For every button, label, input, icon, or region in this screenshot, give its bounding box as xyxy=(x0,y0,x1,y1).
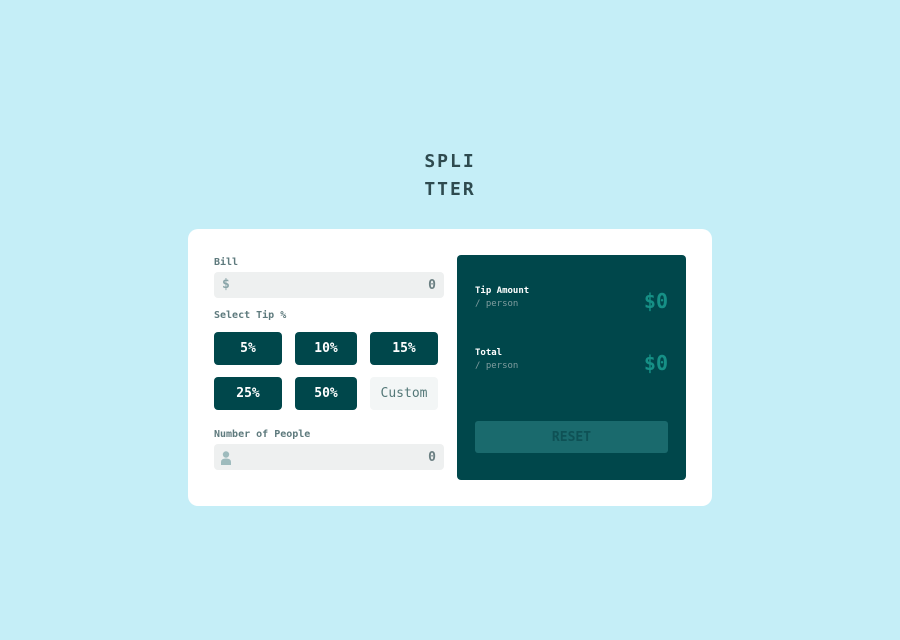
people-input[interactable] xyxy=(238,444,436,470)
app-logo: SPLI TTER xyxy=(0,148,900,204)
people-field[interactable] xyxy=(214,444,444,470)
bill-input[interactable] xyxy=(238,272,436,298)
tip-50-button[interactable]: 50% xyxy=(295,377,357,410)
tip-5-button[interactable]: 5% xyxy=(214,332,282,365)
logo-line-1: SPLI xyxy=(424,151,476,172)
people-label: Number of People xyxy=(214,429,311,440)
tip-15-button[interactable]: 15% xyxy=(370,332,438,365)
reset-button[interactable]: RESET xyxy=(475,421,668,453)
bill-label: Bill xyxy=(214,257,239,268)
tip-amount-value: $0 xyxy=(643,289,668,313)
person-icon xyxy=(221,450,231,469)
custom-tip-input[interactable]: Custom xyxy=(370,377,438,410)
dollar-icon: $ xyxy=(222,277,230,292)
tip-amount-sub: / person xyxy=(475,299,519,309)
tip-10-button[interactable]: 10% xyxy=(295,332,357,365)
tip-amount-label: Tip Amount xyxy=(475,286,530,296)
logo-line-2: TTER xyxy=(424,179,476,200)
tip-25-button[interactable]: 25% xyxy=(214,377,282,410)
select-tip-label: Select Tip % xyxy=(214,310,287,321)
total-label: Total xyxy=(475,348,503,358)
result-panel: Tip Amount / person $0 Total / person $0… xyxy=(457,255,686,480)
total-sub: / person xyxy=(475,361,519,371)
bill-field[interactable]: $ xyxy=(214,272,444,298)
total-value: $0 xyxy=(643,351,668,375)
calculator-card: Bill $ Select Tip % 5% 10% 15% 25% 50% C… xyxy=(188,229,712,506)
